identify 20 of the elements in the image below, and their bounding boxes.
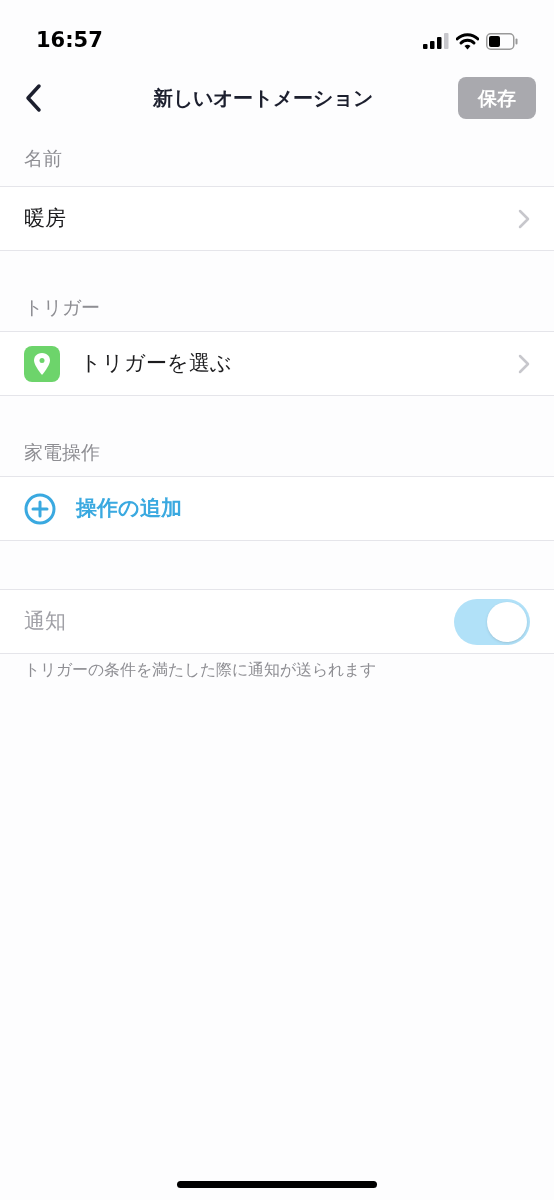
wifi-icon xyxy=(456,32,479,50)
notification-label: 通知 xyxy=(24,607,66,635)
section-header: 家電操作 xyxy=(24,439,100,465)
name-value: 暖房 xyxy=(24,204,66,232)
back-icon xyxy=(24,83,42,113)
name-row[interactable]: 暖房 xyxy=(0,186,554,251)
signal-icon xyxy=(423,33,449,49)
trigger-label: トリガーを選ぶ xyxy=(80,349,232,377)
status-time: 16:57 xyxy=(36,27,103,55)
chevron-right-icon xyxy=(518,208,530,229)
location-pin-icon xyxy=(24,345,60,382)
add-action-label: 操作の追加 xyxy=(76,494,182,522)
battery-icon xyxy=(486,32,518,50)
chevron-right-icon xyxy=(518,353,530,374)
plus-circle-icon xyxy=(24,492,56,525)
trigger-row[interactable]: トリガーを選ぶ xyxy=(0,331,554,396)
page-title: 新しいオートメーション xyxy=(153,85,373,112)
section-header: トリガー xyxy=(24,294,100,320)
notification-footnote: トリガーの条件を満たした際に通知が送られます xyxy=(24,660,376,679)
section-header: 名前 xyxy=(24,145,62,171)
